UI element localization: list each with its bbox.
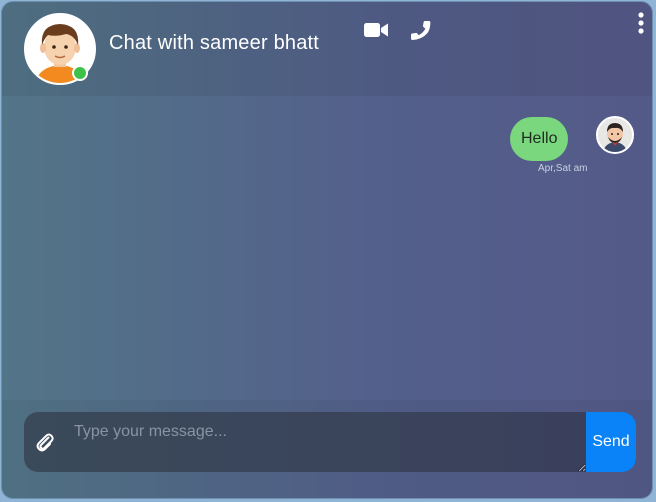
chat-window: Chat with sameer bhatt Hello Apr,Sat am xyxy=(1,1,653,499)
more-options-icon[interactable] xyxy=(636,12,646,34)
video-call-icon[interactable] xyxy=(363,20,389,40)
chat-header: Chat with sameer bhatt xyxy=(2,2,652,96)
phone-call-icon[interactable] xyxy=(410,19,432,41)
sender-avatar xyxy=(596,116,634,154)
paperclip-icon[interactable] xyxy=(35,432,55,452)
online-status-dot xyxy=(72,65,88,81)
message-bubble: Hello xyxy=(510,117,569,161)
message-timestamp: Apr,Sat am xyxy=(538,163,588,174)
chat-title: Chat with sameer bhatt xyxy=(109,32,320,54)
message-input[interactable] xyxy=(64,412,586,472)
man-avatar-icon xyxy=(598,118,632,152)
send-button[interactable]: Send xyxy=(586,412,636,472)
message-composer: Send xyxy=(24,412,636,472)
